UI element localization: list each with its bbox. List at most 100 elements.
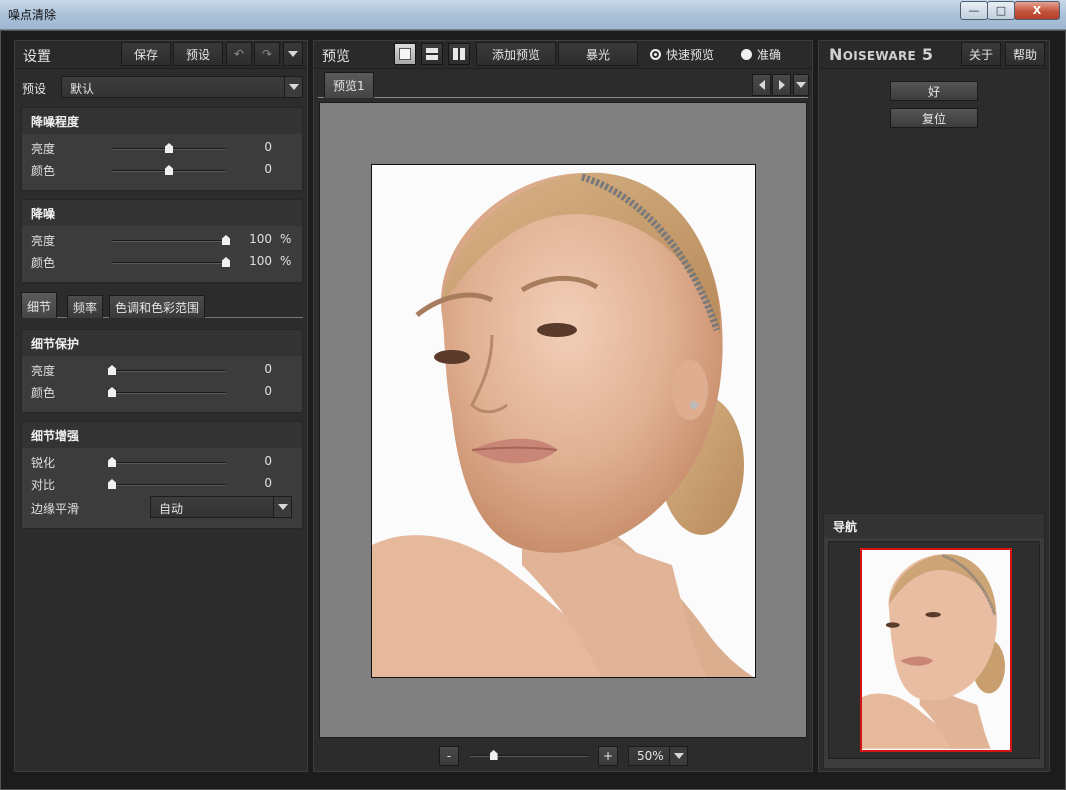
split-vertical-toggle[interactable] [448, 43, 470, 65]
split-vertical-icon [453, 48, 465, 60]
detail-protection-luminance-slider[interactable] [112, 370, 226, 372]
undo-button[interactable]: ↶ [226, 42, 252, 66]
detail-enhance-rows: 锐化 0 对比 0 边缘平滑 自动 [22, 448, 302, 521]
history-dropdown-button[interactable] [283, 42, 303, 66]
tab-tone-color-range[interactable]: 色调和色彩范围 [109, 295, 206, 318]
sharpen-slider[interactable] [112, 462, 226, 464]
slider-label: 颜色 [31, 386, 56, 400]
actions-panel: NOISEWARE 5 关于 帮助 好 复位 导航 [818, 40, 1050, 772]
slider-label: 亮度 [31, 142, 56, 156]
noise-reduction-title: 降噪 [22, 200, 302, 226]
preset-select[interactable]: 默认 [61, 76, 303, 98]
preview-canvas[interactable] [319, 102, 807, 738]
edge-smoothing-row: 边缘平滑 自动 [22, 495, 302, 521]
tab-detail[interactable]: 细节 [21, 292, 58, 318]
chevron-right-icon [778, 80, 785, 90]
reset-button[interactable]: 复位 [890, 108, 978, 128]
edge-smoothing-value: 自动 [159, 502, 184, 516]
noise-reduction-color-slider[interactable] [112, 262, 226, 264]
zoom-slider[interactable] [470, 755, 588, 757]
slider-label: 锐化 [31, 456, 56, 470]
slider-value: 0 [264, 162, 272, 176]
close-button[interactable]: X [1014, 1, 1060, 20]
detail-enhance-contrast-row: 对比 0 [22, 473, 302, 495]
split-horizontal-icon [426, 48, 438, 60]
navigator-thumbnail[interactable] [860, 548, 1012, 752]
exposure-button[interactable]: 暴光 [558, 42, 638, 66]
add-preview-button[interactable]: 添加预览 [476, 42, 556, 66]
navigator-title: 导航 [824, 514, 1044, 538]
redo-icon: ↷ [261, 47, 273, 61]
noise-level-rows: 亮度 0 颜色 0 [22, 134, 302, 181]
slider-thumb[interactable] [108, 457, 116, 467]
preview-next-button[interactable] [772, 74, 791, 96]
zoom-slider-thumb[interactable] [489, 750, 498, 760]
detail-protection-rows: 亮度 0 颜色 0 [22, 356, 302, 403]
preset-dropdown-arrow[interactable] [284, 77, 302, 97]
slider-thumb[interactable] [165, 143, 173, 153]
slider-thumb[interactable] [108, 387, 116, 397]
slider-thumb[interactable] [165, 165, 173, 175]
window-controls: — □ X [960, 1, 1060, 20]
presets-button[interactable]: 预设 [173, 42, 223, 66]
ok-button[interactable]: 好 [890, 81, 978, 101]
window-titlebar: 噪点清除 — □ X [0, 0, 1066, 30]
zoom-select[interactable]: 50% [628, 746, 688, 766]
zoom-out-button[interactable]: - [439, 746, 459, 766]
preset-row: 预设 默认 [15, 75, 309, 99]
accurate-option[interactable]: 准确 [741, 46, 781, 63]
preview-menu-button[interactable] [793, 74, 809, 96]
fast-preview-option[interactable]: 快速预览 [650, 46, 714, 63]
detail-protection-color-slider[interactable] [112, 392, 226, 394]
noise-level-section: 降噪程度 亮度 0 颜色 0 [21, 107, 303, 191]
slider-value: 0 [264, 362, 272, 376]
single-view-toggle[interactable] [394, 43, 416, 65]
maximize-button[interactable]: □ [987, 1, 1015, 20]
chevron-down-icon [288, 51, 298, 57]
detail-protection-title: 细节保护 [22, 330, 302, 356]
contrast-slider[interactable] [112, 484, 226, 486]
brand-header: NOISEWARE 5 关于 帮助 [819, 41, 1049, 69]
slider-thumb[interactable] [222, 235, 230, 245]
slider-thumb[interactable] [108, 479, 116, 489]
slider-thumb[interactable] [222, 257, 230, 267]
help-button[interactable]: 帮助 [1005, 42, 1045, 66]
detail-protection-luminance-row: 亮度 0 [22, 359, 302, 381]
chevron-down-icon [288, 84, 299, 90]
tab-preview-1[interactable]: 预览1 [324, 72, 374, 98]
noise-reduction-luminance-row: 亮度 100 % [22, 229, 302, 251]
noise-reduction-luminance-slider[interactable] [112, 240, 226, 242]
zoom-in-button[interactable]: + [598, 746, 618, 766]
chevron-left-icon [758, 80, 765, 90]
zoom-dropdown-arrow[interactable] [669, 747, 687, 765]
radio-icon[interactable] [741, 49, 752, 60]
noise-reduction-section: 降噪 亮度 100 % 颜色 100 % [21, 199, 303, 283]
redo-button[interactable]: ↷ [254, 42, 280, 66]
preset-value: 默认 [70, 82, 95, 96]
chevron-down-icon [277, 504, 288, 510]
slider-label: 颜色 [31, 164, 56, 178]
split-horizontal-toggle[interactable] [421, 43, 443, 65]
preview-header: 预览 添加预览 暴光 快速预览 准确 [314, 41, 812, 69]
preview-tabbar: 预览1 [318, 72, 809, 98]
navigator-frame [828, 541, 1040, 759]
accurate-label: 准确 [757, 48, 782, 62]
radio-selected-icon[interactable] [650, 49, 661, 60]
slider-value: 0 [264, 476, 272, 490]
slider-thumb[interactable] [108, 365, 116, 375]
noise-level-luminance-row: 亮度 0 [22, 137, 302, 159]
about-button[interactable]: 关于 [961, 42, 1001, 66]
fast-preview-label: 快速预览 [666, 48, 715, 62]
settings-header: 设置 保存 预设 ↶ ↷ [15, 41, 307, 69]
tab-frequency[interactable]: 频率 [67, 295, 104, 318]
settings-title: 设置 [23, 49, 51, 65]
slider-label: 亮度 [31, 364, 56, 378]
preview-panel: 预览 添加预览 暴光 快速预览 准确 预览1 - + 50% [313, 40, 813, 772]
edge-smoothing-dropdown-arrow[interactable] [273, 497, 291, 517]
chevron-down-icon [673, 753, 684, 759]
minimize-button[interactable]: — [960, 1, 988, 20]
save-button[interactable]: 保存 [121, 42, 171, 66]
preview-prev-button[interactable] [752, 74, 771, 96]
edge-smoothing-select[interactable]: 自动 [150, 496, 292, 518]
preset-label: 预设 [22, 82, 47, 96]
